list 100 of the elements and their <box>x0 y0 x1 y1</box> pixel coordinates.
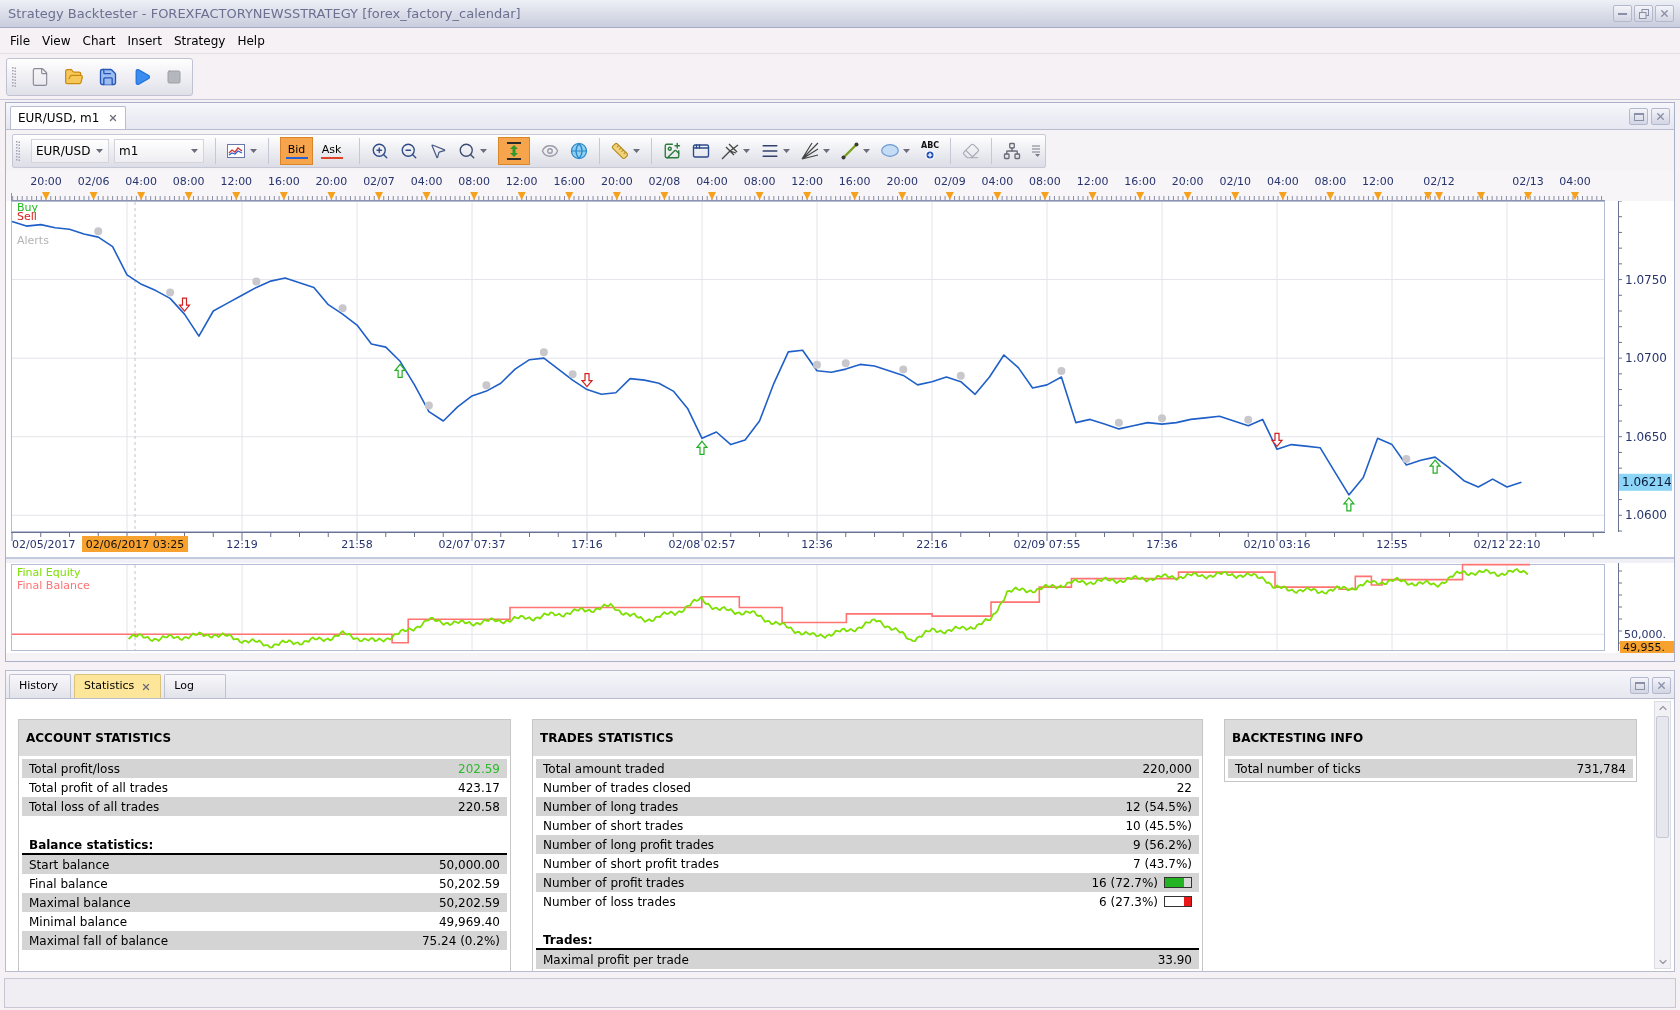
chart-tab[interactable]: EUR/USD, m1 <box>10 106 127 129</box>
buy-arrow-icon[interactable] <box>695 440 709 455</box>
alert-marker-icon[interactable] <box>899 365 908 374</box>
alert-marker-icon[interactable] <box>482 381 491 390</box>
caret-icon[interactable] <box>903 148 910 153</box>
alert-marker-icon[interactable] <box>813 360 821 369</box>
buy-arrow-icon[interactable] <box>1428 459 1442 474</box>
alert-marker-icon[interactable] <box>1158 414 1166 423</box>
folder-icon[interactable] <box>64 66 84 87</box>
stat-value: 50,000.00 <box>438 856 500 874</box>
minimize-button[interactable] <box>1613 5 1632 22</box>
menu-item[interactable]: Chart <box>76 29 122 52</box>
instrument-select[interactable]: EUR/USD <box>31 138 109 163</box>
fan-lines-icon[interactable] <box>801 141 819 160</box>
alert-marker-icon[interactable] <box>166 288 175 297</box>
grip-icon[interactable] <box>16 140 20 161</box>
alert-marker-icon[interactable] <box>1402 455 1411 463</box>
new-file-icon[interactable] <box>30 66 50 87</box>
sell-arrow-icon[interactable] <box>580 372 594 388</box>
close-icon[interactable] <box>108 113 119 123</box>
menu-item[interactable]: Help <box>231 29 271 52</box>
caret-icon[interactable] <box>743 148 750 153</box>
panel-title: TRADES STATISTICS <box>540 730 674 747</box>
ruler-label: 12:00 <box>1362 175 1394 188</box>
autoscale-button[interactable] <box>498 136 530 165</box>
buy-arrow-icon[interactable] <box>1342 496 1356 512</box>
hierarchy-icon[interactable] <box>1003 141 1022 160</box>
alert-marker-icon[interactable] <box>539 348 548 357</box>
panel-tab[interactable]: Log <box>164 674 227 698</box>
stat-value: 75.24 (0.2%) <box>421 932 500 950</box>
close-button[interactable] <box>1655 5 1674 22</box>
image-add-icon[interactable] <box>663 141 681 160</box>
caret-icon[interactable] <box>863 148 870 153</box>
restore-button[interactable] <box>1634 5 1653 22</box>
close-icon[interactable] <box>141 681 152 692</box>
legend-label: Final Balance <box>17 578 90 592</box>
ellipse-icon[interactable] <box>881 144 899 157</box>
scrollbar[interactable] <box>1654 701 1671 969</box>
zoom-out-icon[interactable] <box>400 141 418 160</box>
close-button[interactable] <box>1652 677 1671 694</box>
panel-tab[interactable]: History <box>9 674 71 698</box>
price-side-button[interactable]: Ask <box>315 136 348 165</box>
overflow-icon[interactable] <box>1032 144 1042 157</box>
caret-icon[interactable] <box>191 148 198 153</box>
caret-icon[interactable] <box>823 148 830 153</box>
x-axis-label: 12:36 <box>801 538 833 551</box>
caret-icon[interactable] <box>633 148 640 153</box>
alert-marker-icon[interactable] <box>94 227 103 236</box>
pitchfork-icon[interactable] <box>721 141 739 160</box>
alert-marker-icon[interactable] <box>841 359 850 368</box>
caret-icon[interactable] <box>783 148 790 153</box>
scrollbar-thumb[interactable] <box>1656 716 1669 838</box>
buy-arrow-icon[interactable] <box>393 363 407 378</box>
y-axis-label: 1.0700 <box>1625 351 1667 366</box>
caret-icon[interactable] <box>250 148 257 153</box>
stat-label: Start balance <box>29 856 110 874</box>
stop-icon[interactable] <box>166 68 182 85</box>
menu-item[interactable]: File <box>4 29 37 52</box>
save-icon[interactable] <box>98 66 118 87</box>
zoom-in-icon[interactable] <box>371 141 389 160</box>
stat-value: 7 (43.7%) <box>1133 855 1192 873</box>
alert-marker-icon[interactable] <box>1114 418 1123 427</box>
maximize-button[interactable] <box>1629 108 1648 125</box>
menu-item[interactable]: Insert <box>121 29 168 52</box>
globe-icon[interactable] <box>570 141 588 160</box>
maximize-icon <box>1633 112 1644 121</box>
alert-marker-icon[interactable] <box>338 304 347 313</box>
caret-icon[interactable] <box>96 148 103 153</box>
alert-marker-icon[interactable] <box>424 401 433 410</box>
pointer-icon[interactable] <box>429 141 447 160</box>
sell-arrow-icon[interactable] <box>178 297 191 313</box>
alert-marker-icon[interactable] <box>956 371 965 380</box>
menu-item[interactable]: Strategy <box>168 29 232 52</box>
stat-value: 6 (27.3%) <box>1099 893 1158 911</box>
chart-type-icon[interactable] <box>227 143 245 158</box>
alert-marker-icon[interactable] <box>252 277 261 286</box>
caret-icon[interactable] <box>480 148 487 153</box>
line-tool-icon[interactable] <box>841 141 859 160</box>
ruler-label: 20:00 <box>1171 175 1204 188</box>
alert-marker-icon[interactable] <box>1057 367 1066 375</box>
period-select[interactable]: m1 <box>114 138 204 163</box>
panel-tab[interactable]: Statistics <box>74 674 162 698</box>
price-side-button[interactable]: Bid <box>280 136 313 165</box>
alert-marker-icon[interactable] <box>1244 415 1253 424</box>
ruler-label: 20:00 <box>601 175 633 188</box>
menu-item[interactable]: View <box>36 29 77 52</box>
y-axis-label: 1.0650 <box>1625 429 1667 444</box>
ruler-icon[interactable] <box>611 141 629 160</box>
window-icon[interactable] <box>692 141 710 160</box>
plus-circle-icon <box>925 150 936 160</box>
stat-label: Number of trades closed <box>543 779 691 797</box>
sell-arrow-icon[interactable] <box>1270 432 1284 448</box>
maximize-button[interactable] <box>1630 677 1649 694</box>
close-button[interactable] <box>1651 108 1670 125</box>
close-icon <box>1655 111 1666 122</box>
grip-icon[interactable] <box>12 66 16 87</box>
eraser-icon[interactable] <box>962 141 981 160</box>
alert-marker-icon[interactable] <box>568 370 577 379</box>
text-tool-button[interactable]: ABC <box>921 141 940 160</box>
magnifier-icon[interactable] <box>458 141 476 160</box>
